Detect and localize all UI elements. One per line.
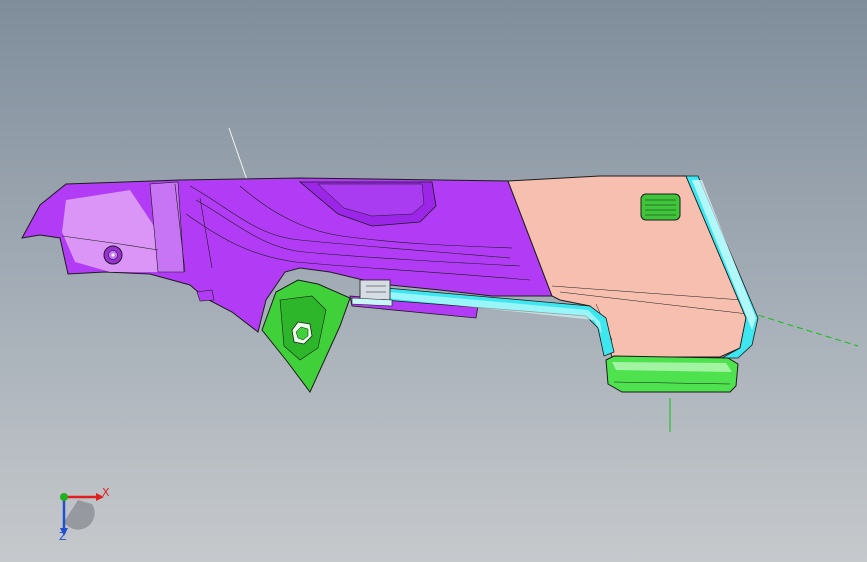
green-pad (605, 355, 739, 393)
vent-slot (640, 193, 681, 221)
connector-clip (351, 279, 393, 307)
z-axis-label: Z (59, 530, 67, 543)
model-scene[interactable] (0, 0, 867, 562)
fastener-boss (103, 245, 123, 265)
orientation-triad: X Z (48, 482, 118, 546)
cad-viewport[interactable]: X Z (0, 0, 867, 562)
x-axis-label: X (102, 486, 110, 499)
y-axis-dot (60, 493, 68, 501)
bottom-tab (196, 289, 215, 302)
construction-line (228, 127, 249, 184)
